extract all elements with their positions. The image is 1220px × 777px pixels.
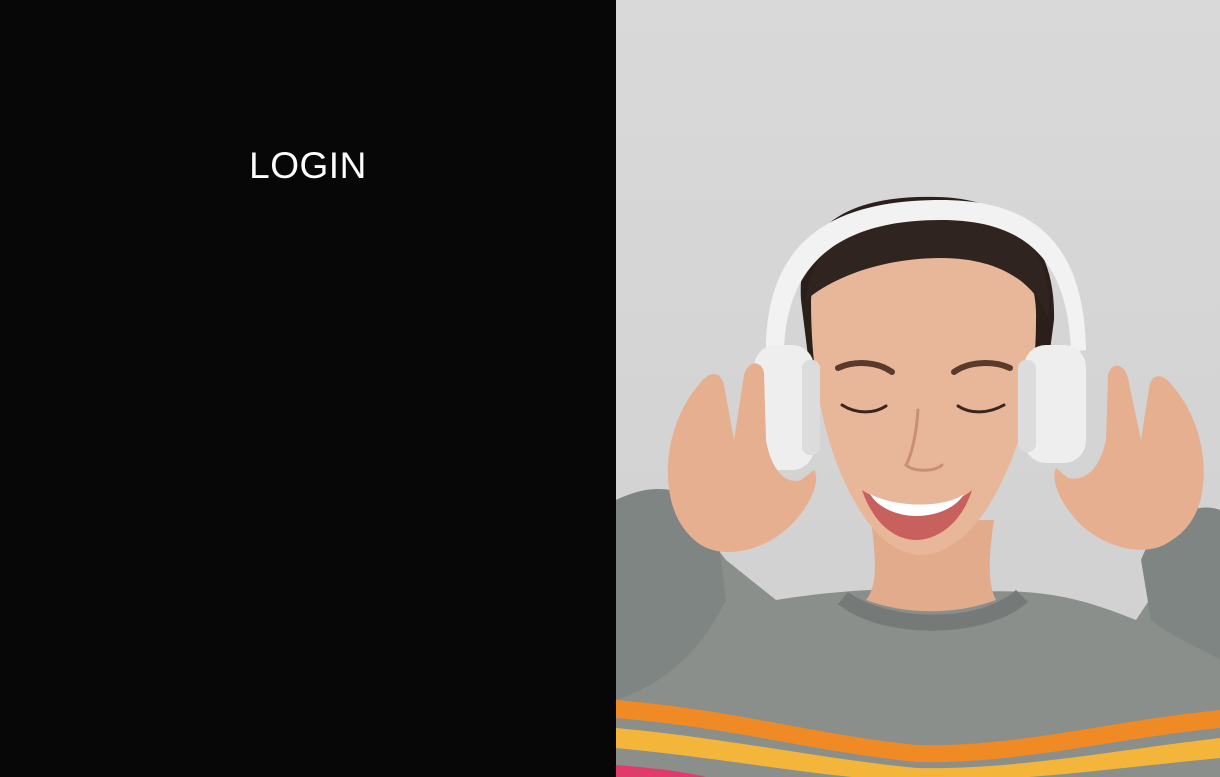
login-page: LOGIN bbox=[0, 0, 1220, 777]
login-heading: LOGIN bbox=[249, 145, 367, 186]
hero-image-panel bbox=[616, 0, 1220, 777]
login-panel: LOGIN bbox=[0, 0, 616, 777]
woman-with-headphones-image bbox=[616, 196, 1220, 777]
